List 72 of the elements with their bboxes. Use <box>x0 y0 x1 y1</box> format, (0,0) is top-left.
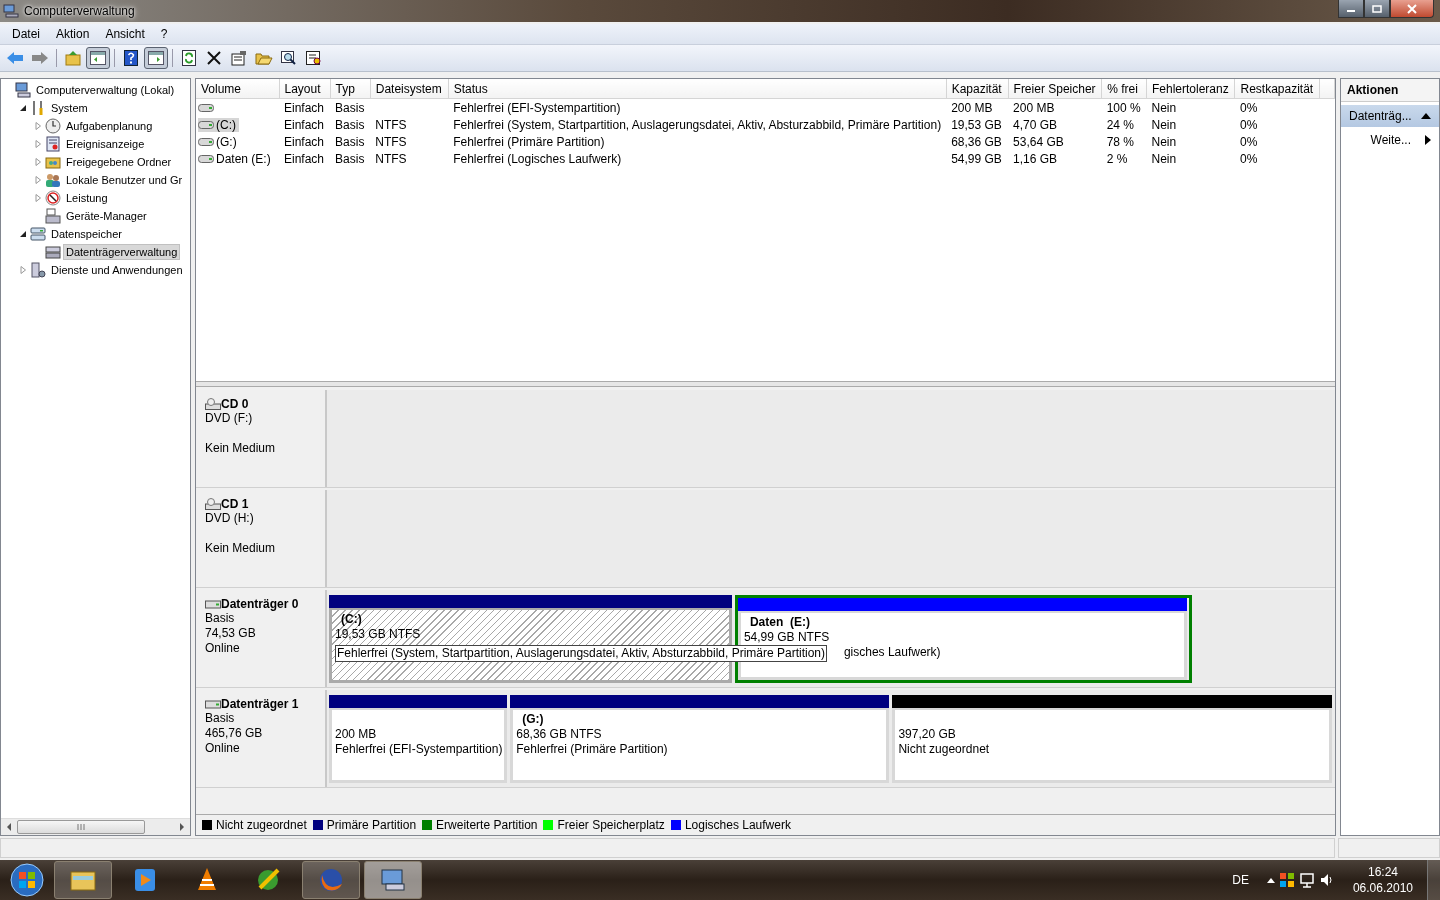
table-cell: NTFS <box>375 151 407 166</box>
table-cell: Nein <box>1151 151 1177 166</box>
legend-label: Erweiterte Partition <box>436 818 538 832</box>
table-cell: 53,64 GB <box>1013 134 1064 149</box>
actions-header: Aktionen <box>1341 79 1439 102</box>
partition-label: (G:) <box>521 712 545 727</box>
partition-size: 397,20 GB <box>898 727 957 742</box>
disk-detail: 74,53 GB <box>205 626 257 641</box>
table-cell: 200 MB <box>951 100 993 115</box>
table-cell: 0% <box>1240 117 1258 132</box>
table-cell: Basis <box>335 117 365 132</box>
tooltip: Fehlerfrei (System, Startpartition, Auslagerungsdatei, Aktiv, Absturzabbild, Primäre Partition) <box>335 645 827 662</box>
disk-name: Datenträger 0 <box>221 597 299 611</box>
volume-name: Daten (E:) <box>216 151 271 166</box>
disk-detail: Online <box>205 641 241 656</box>
disk-name: CD 0 <box>221 397 249 411</box>
legend-label: Primäre Partition <box>326 818 417 832</box>
table-cell: Nein <box>1151 134 1177 149</box>
table-cell: Einfach <box>284 100 325 115</box>
table-cell: NTFS <box>375 117 407 132</box>
table-cell: 200 MB <box>1013 100 1055 115</box>
volume-name: (G:) <box>216 134 237 149</box>
legend-label: Logisches Laufwerk <box>684 818 791 832</box>
table-cell: Basis <box>335 100 365 115</box>
partition-size: 19,53 GB NTFS <box>335 627 422 642</box>
disk-detail: Kein Medium <box>205 541 277 556</box>
table-cell: Basis <box>335 151 365 166</box>
table-cell: Fehlerfrei (Primäre Partition) <box>453 134 605 149</box>
table-cell: Fehlerfrei (Logisches Laufwerk) <box>453 151 622 166</box>
disk-detail: Basis <box>205 611 236 626</box>
table-cell: 54,99 GB <box>951 151 1002 166</box>
table-cell: 68,36 GB <box>951 134 1002 149</box>
table-cell: NTFS <box>375 134 407 149</box>
partition-status: gisches Laufwerk) <box>843 645 941 660</box>
table-cell: 4,70 GB <box>1013 117 1058 132</box>
table-cell: Nein <box>1151 100 1177 115</box>
window-title: Computerverwaltung <box>24 4 135 18</box>
volume-name: (C:) <box>216 117 236 132</box>
table-cell: Fehlerfrei (EFI-Systempartition) <box>453 100 621 115</box>
partition-label: (C:) <box>340 612 363 627</box>
table-cell: 78 % <box>1106 134 1135 149</box>
table-cell: 2 % <box>1106 151 1128 166</box>
legend-label: Nicht zugeordnet <box>216 818 307 832</box>
disk-detail: DVD (H:) <box>205 511 255 526</box>
table-cell: 100 % <box>1106 100 1141 115</box>
legend-label: Freier Speicherplatz <box>557 818 665 832</box>
partition-status: Fehlerfrei (Primäre Partition) <box>516 742 669 757</box>
partition-status: Fehlerfrei (EFI-Systempartition) <box>335 742 502 757</box>
table-cell: 19,53 GB <box>951 117 1002 132</box>
disk-name: Datenträger 1 <box>221 697 299 711</box>
table-cell: 0% <box>1240 100 1258 115</box>
table-cell: Einfach <box>284 151 325 166</box>
table-cell: Nein <box>1151 117 1177 132</box>
disk-detail: Basis <box>205 711 236 726</box>
table-cell: 0% <box>1240 151 1258 166</box>
disk-name: CD 1 <box>221 497 249 511</box>
partition-size: 200 MB <box>335 727 378 742</box>
partition-size: 54,99 GB NTFS <box>743 630 831 645</box>
disk-detail: Kein Medium <box>205 441 277 456</box>
table-cell: 0% <box>1240 134 1258 149</box>
partition-status: Nicht zugeordnet <box>898 742 991 757</box>
table-cell: Einfach <box>284 117 325 132</box>
table-cell: Basis <box>335 134 365 149</box>
disk-detail: DVD (F:) <box>205 411 254 426</box>
table-cell: Fehlerfrei (System, Startpartition, Auslagerungsdatei, Aktiv, Absturzabbild, Primäre Partition) <box>453 117 942 132</box>
table-cell: 1,16 GB <box>1013 151 1058 166</box>
partition-label: Daten (E:) <box>748 615 811 630</box>
disk-detail: 465,76 GB <box>205 726 264 741</box>
partition-size: 68,36 GB NTFS <box>516 727 603 742</box>
disk-detail: Online <box>205 741 241 756</box>
table-cell: 24 % <box>1106 117 1135 132</box>
table-cell: Einfach <box>284 134 325 149</box>
